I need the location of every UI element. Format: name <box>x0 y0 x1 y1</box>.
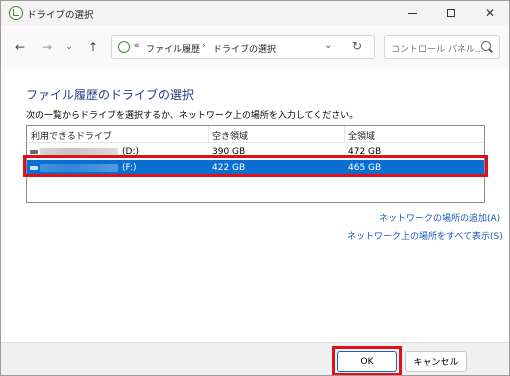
up-button[interactable]: ↑ <box>84 38 102 56</box>
column-header-drive[interactable]: 利用できるドライブ <box>31 129 112 142</box>
selected-drive-highlight <box>23 155 488 177</box>
minimize-button[interactable] <box>393 1 431 25</box>
column-divider[interactable] <box>344 126 345 143</box>
page-description: 次の一覧からドライブを選択するか、ネットワーク上の場所を入力してください。 <box>26 111 359 121</box>
drive-select-window: ドライブの選択 ✕ ← → ⌄ ↑ « ファイル履歴 › ドライブの選択 ⌄ ↻… <box>0 0 510 376</box>
chevron-down-icon: ⌄ <box>65 42 73 52</box>
list-header: 利用できるドライブ 空き領域 全領域 <box>27 126 484 143</box>
add-network-location-link[interactable]: ネットワークの場所の追加(A) <box>379 211 500 224</box>
breadcrumb-separator-icon[interactable]: › <box>202 41 206 51</box>
overflow-icon[interactable]: « <box>134 41 140 51</box>
column-header-total[interactable]: 全領域 <box>348 129 375 142</box>
address-dropdown-icon[interactable]: ⌄ <box>324 40 332 51</box>
forward-button[interactable]: → <box>38 38 56 56</box>
title-bar: ドライブの選択 ✕ <box>1 1 509 25</box>
drive-icon <box>30 150 38 154</box>
ok-button-highlight <box>332 346 402 375</box>
file-history-icon <box>118 41 130 53</box>
file-history-icon <box>9 6 23 20</box>
navigation-bar: ← → ⌄ ↑ « ファイル履歴 › ドライブの選択 ⌄ ↻ コントロール パネ… <box>1 25 509 69</box>
arrow-up-icon: ↑ <box>87 40 99 54</box>
search-icon[interactable] <box>481 41 491 51</box>
button-bar: OK キャンセル <box>1 342 509 375</box>
arrow-right-icon: → <box>41 40 53 54</box>
column-divider[interactable] <box>208 126 209 143</box>
breadcrumb-select-drive[interactable]: ドライブの選択 <box>213 42 276 55</box>
minimize-icon <box>407 12 417 14</box>
window-title: ドライブの選択 <box>27 10 94 21</box>
cancel-button[interactable]: キャンセル <box>405 351 467 372</box>
arrow-left-icon: ← <box>14 40 26 54</box>
address-bar[interactable]: « ファイル履歴 › ドライブの選択 ⌄ ↻ <box>111 35 375 59</box>
breadcrumb-file-history[interactable]: ファイル履歴 <box>146 42 200 55</box>
page-title: ファイル履歴のドライブの選択 <box>26 88 195 102</box>
maximize-button[interactable] <box>432 1 470 25</box>
column-header-free[interactable]: 空き領域 <box>212 129 248 142</box>
recent-locations-button[interactable]: ⌄ <box>60 38 78 56</box>
show-all-network-locations-link[interactable]: ネットワーク上の場所をすべて表示(S) <box>347 229 503 242</box>
search-box[interactable]: コントロール パネル... <box>384 35 500 59</box>
close-icon: ✕ <box>484 6 496 20</box>
close-button[interactable]: ✕ <box>471 1 509 25</box>
refresh-icon[interactable]: ↻ <box>352 39 362 53</box>
maximize-icon <box>447 9 455 17</box>
search-placeholder: コントロール パネル... <box>391 45 484 55</box>
back-button[interactable]: ← <box>11 38 29 56</box>
